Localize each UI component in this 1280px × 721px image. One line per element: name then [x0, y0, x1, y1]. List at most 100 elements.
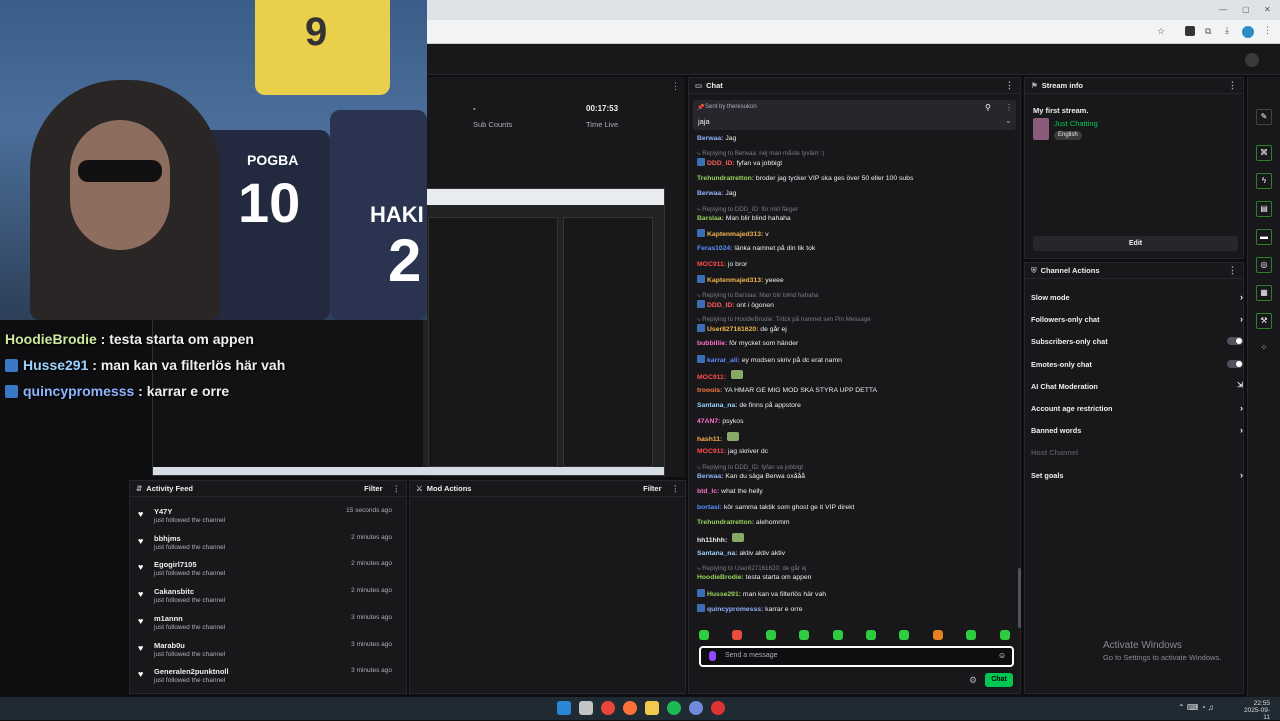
chat-menu-icon[interactable]: ⋮	[1005, 80, 1014, 91]
mic-icon[interactable]	[709, 651, 716, 661]
steam-icon[interactable]	[579, 701, 593, 715]
windows-start-icon[interactable]	[557, 701, 571, 715]
channel-action-slow-mode[interactable]: Slow mode ›	[1031, 292, 1243, 309]
chat-input[interactable]: Send a message ☺	[699, 646, 1014, 667]
chat-username[interactable]: Santana_na:	[697, 402, 737, 409]
pinned-message[interactable]: 📌 Sent by theresukon jaja ⚲ ⋮ ⌄	[693, 100, 1016, 130]
maximize-icon[interactable]: ▢	[1242, 5, 1250, 14]
follower-name[interactable]: bbhjms	[154, 534, 181, 543]
bookmark-star-icon[interactable]: ☆	[1157, 26, 1165, 37]
file-explorer-icon[interactable]	[645, 701, 659, 715]
chat-username[interactable]: Trehundratretton:	[697, 175, 754, 182]
chat-username[interactable]: MOC911:	[697, 448, 726, 455]
chrome-icon[interactable]	[601, 701, 615, 715]
pencil-icon[interactable]: ✎	[1256, 109, 1272, 125]
follower-name[interactable]: Marab0u	[154, 641, 185, 650]
activity-filter-button[interactable]: Filter	[364, 484, 382, 493]
unpin-icon[interactable]: ⚲	[985, 103, 991, 112]
emote-icon[interactable]	[799, 630, 810, 640]
follower-name[interactable]: Egogirl7105	[154, 560, 197, 569]
browser-menu-icon[interactable]: ⋮	[1263, 25, 1272, 36]
mod-menu-icon[interactable]: ⋮	[672, 484, 680, 493]
system-tray-icons[interactable]: ⌃ ⌨ ◔ ♫	[1178, 703, 1214, 712]
grid-icon[interactable]: ▦	[1256, 285, 1272, 301]
chat-scrollbar[interactable]	[1018, 568, 1021, 628]
chat-username[interactable]: Berwaa:	[697, 135, 723, 142]
follower-name[interactable]: Y47Y	[154, 507, 172, 516]
emote-icon[interactable]	[732, 630, 743, 640]
emoji-picker-icon[interactable]: ☺	[998, 651, 1006, 660]
chat-username[interactable]: btd_lc:	[697, 488, 719, 495]
discord-icon[interactable]	[689, 701, 703, 715]
chat-username[interactable]: quincypromesss:	[707, 606, 763, 613]
obs-icon[interactable]	[711, 701, 725, 715]
stream-category[interactable]: Just Chatting	[1054, 119, 1098, 128]
chat-username[interactable]: Husse291:	[707, 591, 741, 598]
address-bar[interactable]: ☆ ⧉ ⤓ ⋮	[427, 20, 1280, 44]
toggle-switch[interactable]	[1227, 337, 1243, 346]
emote-icon[interactable]	[999, 630, 1010, 640]
chat-send-button[interactable]: Chat	[985, 673, 1013, 687]
chat-username[interactable]: DDD_ID:	[707, 160, 735, 167]
chat-username[interactable]: DDD_ID:	[707, 302, 735, 309]
chat-username[interactable]: Kaptenmajed313:	[707, 231, 763, 238]
chat-username[interactable]: hash11:	[697, 436, 722, 443]
minimize-icon[interactable]: —	[1219, 5, 1227, 14]
pinned-menu-icon[interactable]: ⋮	[1005, 103, 1013, 112]
channel-action-ai-chat-moderation[interactable]: AI Chat Moderation ⇲	[1031, 382, 1243, 398]
chat-username[interactable]: hh11hhh:	[697, 537, 727, 544]
download-icon[interactable]: ⤓	[1225, 25, 1229, 36]
chat-username[interactable]: Berwaa:	[697, 190, 723, 197]
puzzle-icon[interactable]: ⧉	[1205, 26, 1211, 37]
clip-icon[interactable]: ⌘	[1256, 145, 1272, 161]
channel-actions-menu-icon[interactable]: ⋮	[1228, 265, 1237, 276]
channel-action-followers-only-chat[interactable]: Followers-only chat ›	[1031, 314, 1243, 331]
stats-menu-icon[interactable]: ⋮	[671, 81, 680, 92]
chevron-down-icon[interactable]: ⌄	[1005, 116, 1012, 125]
spotify-icon[interactable]	[667, 701, 681, 715]
user-avatar[interactable]	[1245, 53, 1259, 67]
chat-username[interactable]: bubbillie:	[697, 340, 727, 347]
channel-action-set-goals[interactable]: Set goals ›	[1031, 470, 1243, 487]
emote-icon[interactable]	[932, 630, 943, 640]
chat-username[interactable]: trooois:	[697, 387, 722, 394]
channel-action-subscribers-only-chat[interactable]: Subscribers-only chat	[1031, 337, 1243, 353]
chat-username[interactable]: MOC911:	[697, 374, 726, 381]
chat-username[interactable]: Feras1024:	[697, 245, 733, 252]
channel-action-emotes-only-chat[interactable]: Emotes-only chat	[1031, 359, 1243, 376]
broadcast-icon[interactable]: ◎	[1256, 257, 1272, 273]
chat-username[interactable]: Kaptenmajed313:	[707, 277, 763, 284]
chat-username[interactable]: User827161620:	[707, 326, 758, 333]
chat-username[interactable]: bortasl:	[697, 504, 722, 511]
document-icon[interactable]: ▤	[1256, 201, 1272, 217]
extension-icon[interactable]	[1185, 26, 1195, 36]
emote-icon[interactable]	[765, 630, 776, 640]
chat-username[interactable]: HoodieBrodie:	[697, 574, 744, 581]
profile-avatar[interactable]	[1242, 26, 1254, 38]
chat-settings-gear-icon[interactable]: ⚙	[969, 675, 977, 686]
chat-username[interactable]: karrar_ali:	[707, 357, 740, 364]
channel-action-account-age-restriction[interactable]: Account age restriction ›	[1031, 403, 1243, 420]
lightning-icon[interactable]: ϟ	[1256, 173, 1272, 189]
firefox-icon[interactable]	[623, 701, 637, 715]
stream-info-menu-icon[interactable]: ⋮	[1228, 80, 1237, 91]
chat-username[interactable]: MOC911:	[697, 261, 726, 268]
emote-icon[interactable]	[899, 630, 910, 640]
chat-username[interactable]: Santana_na:	[697, 550, 737, 557]
chat-username[interactable]: Trehundratretton:	[697, 519, 754, 526]
channel-action-banned-words[interactable]: Banned words ›	[1031, 425, 1243, 442]
follower-name[interactable]: m1annn	[154, 614, 183, 623]
emote-icon[interactable]	[966, 630, 977, 640]
activity-menu-icon[interactable]: ⋮	[393, 484, 401, 493]
emote-icon[interactable]	[832, 630, 843, 640]
emote-icon[interactable]	[699, 630, 709, 640]
chat-username[interactable]: 47AN7:	[697, 418, 720, 425]
toggle-switch[interactable]	[1227, 359, 1243, 368]
close-icon[interactable]: ✕	[1264, 5, 1271, 14]
chat-username[interactable]: Barslaa:	[697, 215, 724, 222]
mod-filter-button[interactable]: Filter	[643, 484, 661, 493]
emote-icon[interactable]	[866, 630, 876, 640]
follower-name[interactable]: Generalen2punktnoll	[154, 667, 229, 676]
clock[interactable]: 22:55 2025-09-11	[1238, 700, 1270, 721]
settings-dots-icon[interactable]: ⁘	[1256, 341, 1272, 357]
